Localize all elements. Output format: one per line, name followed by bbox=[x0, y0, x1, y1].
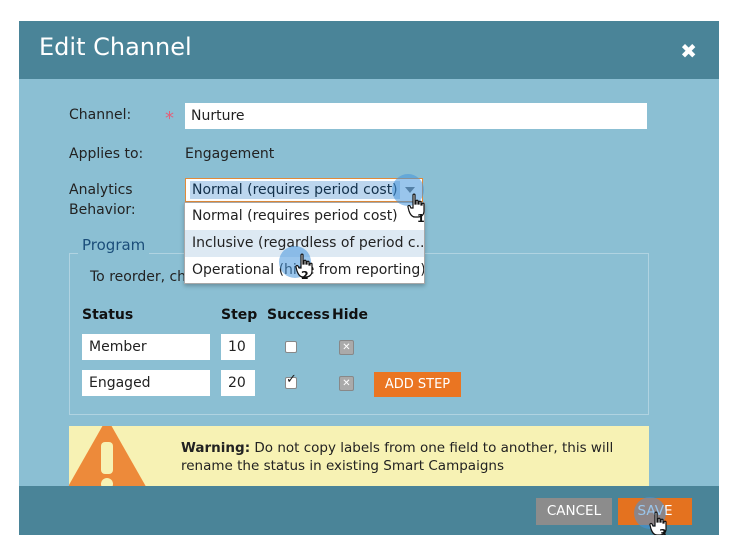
step-input-engaged[interactable]: 20 bbox=[221, 370, 255, 396]
dialog-title: Edit Channel bbox=[39, 33, 192, 61]
applies-to-label: Applies to: bbox=[69, 146, 144, 162]
hide-x-icon[interactable]: ✕ bbox=[339, 340, 354, 355]
analytics-label-line2: Behavior: bbox=[69, 202, 136, 218]
warning-banner: Warning: Do not copy labels from one fie… bbox=[69, 426, 649, 486]
channel-label: Channel: bbox=[69, 107, 132, 123]
success-column-header: Success bbox=[267, 307, 330, 323]
program-legend: Program bbox=[78, 236, 150, 254]
close-icon[interactable]: ✖ bbox=[680, 39, 697, 63]
hide-x-icon[interactable]: ✕ bbox=[339, 376, 354, 391]
status-column-header: Status bbox=[82, 307, 134, 323]
step-number-2: 2 bbox=[301, 269, 309, 282]
checkmark-icon: ✓ bbox=[286, 372, 297, 387]
warning-line1: Do not copy labels from one field to ano… bbox=[250, 440, 614, 456]
warning-line2: rename the status in existing Smart Camp… bbox=[181, 458, 504, 474]
applies-to-value: Engagement bbox=[185, 146, 275, 162]
warning-triangle-icon bbox=[69, 426, 146, 486]
warning-text: Warning: Do not copy labels from one fie… bbox=[181, 439, 631, 475]
cancel-button[interactable]: CANCEL bbox=[536, 498, 612, 525]
add-step-button[interactable]: ADD STEP bbox=[374, 372, 461, 397]
hide-column-header: Hide bbox=[332, 307, 369, 323]
select-value: Normal (requires period cost) bbox=[190, 181, 400, 199]
success-checkbox-member[interactable] bbox=[285, 341, 297, 353]
option-normal[interactable]: Normal (requires period cost) bbox=[185, 203, 424, 230]
status-input-engaged[interactable]: Engaged bbox=[82, 370, 210, 396]
status-input-member[interactable]: Member bbox=[82, 334, 210, 360]
dialog-titlebar: Edit Channel ✖ bbox=[19, 21, 719, 79]
analytics-label-line1: Analytics bbox=[69, 182, 133, 198]
edit-channel-dialog: Edit Channel ✖ Channel: * Nurture Applie… bbox=[19, 21, 719, 535]
warning-bold: Warning: bbox=[181, 440, 251, 456]
step-input-member[interactable]: 10 bbox=[221, 334, 255, 360]
step-number-3: 3 bbox=[659, 527, 667, 535]
analytics-behavior-select[interactable]: Normal (requires period cost) bbox=[185, 178, 423, 202]
dialog-footer: CANCEL SAVE bbox=[19, 486, 719, 535]
channel-input[interactable]: Nurture bbox=[185, 103, 647, 129]
step-column-header: Step bbox=[221, 307, 258, 323]
step-number-1: 1 bbox=[417, 212, 425, 225]
required-asterisk-icon: * bbox=[165, 108, 174, 129]
